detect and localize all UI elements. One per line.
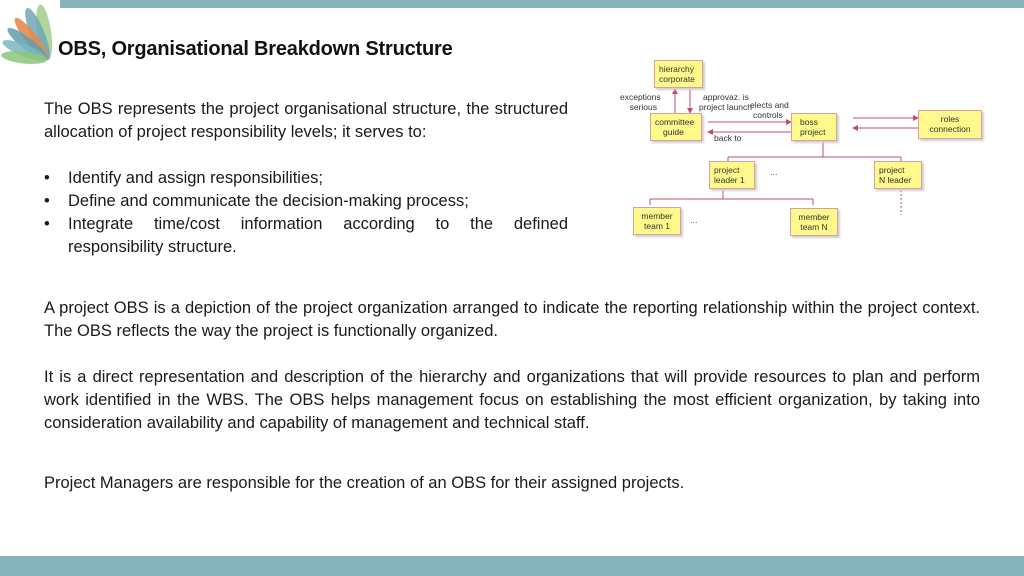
node-project-n-leader: project N leader bbox=[874, 161, 922, 189]
slide-title: OBS, Organisational Breakdown Structure bbox=[58, 38, 453, 60]
label-elects-controls: elects and controls bbox=[750, 100, 789, 120]
bullet-list: • Identify and assign responsibilities; •… bbox=[44, 167, 568, 259]
bullet-item: • Integrate time/cost information accordi… bbox=[44, 215, 568, 256]
intro-paragraph: The OBS represents the project organisat… bbox=[44, 100, 568, 141]
obs-diagram: hierarchy corporate committee guide boss pr… bbox=[610, 55, 1000, 250]
paragraph-project-managers: Project Managers are responsible for the… bbox=[44, 474, 685, 492]
paragraph-obs-depiction: A project OBS is a depiction of the proj… bbox=[44, 299, 980, 340]
node-member-team-1: member team 1 bbox=[633, 207, 681, 235]
label-exceptions-serious: exceptions serious bbox=[620, 92, 661, 112]
node-boss-project: boss project bbox=[791, 113, 837, 141]
connector-leaders bbox=[727, 141, 902, 163]
top-accent-bar bbox=[60, 0, 1024, 8]
ellipsis-leaders: ... bbox=[770, 167, 778, 177]
paragraph-obs-hierarchy: It is a direct representation and descri… bbox=[44, 368, 980, 432]
node-member-team-n: member team N bbox=[790, 208, 838, 236]
label-approvaz: approvaz. is project launch bbox=[699, 92, 752, 112]
connector-members bbox=[649, 190, 814, 205]
node-roles-connection: roles connection bbox=[918, 110, 982, 139]
ellipsis-members: ... bbox=[690, 215, 698, 225]
logo-icon bbox=[1, 4, 53, 64]
label-back-to: back to bbox=[714, 133, 742, 143]
bullet-icon: • bbox=[44, 215, 50, 233]
bullet-item: • Define and communicate the decision-mak… bbox=[44, 190, 568, 213]
node-hierarchy-corporate: hierarchy corporate bbox=[654, 60, 703, 88]
bullet-icon: • bbox=[44, 169, 50, 187]
node-project-leader-1: project leader 1 bbox=[709, 161, 755, 189]
node-committee-guide: committee guide bbox=[650, 113, 702, 141]
bullet-icon: • bbox=[44, 192, 50, 210]
bottom-accent-bar bbox=[0, 556, 1024, 576]
bullet-item: • Identify and assign responsibilities; bbox=[44, 167, 568, 190]
